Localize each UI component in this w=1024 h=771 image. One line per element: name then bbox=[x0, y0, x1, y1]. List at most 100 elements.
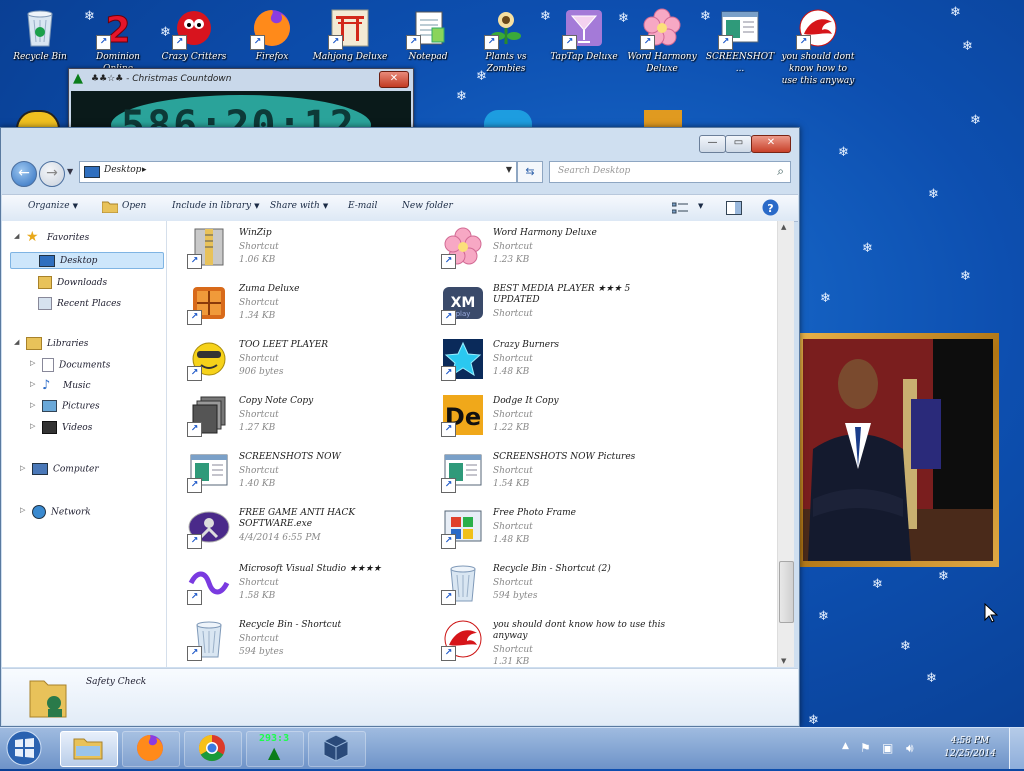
organize-button[interactable]: Organize ▼ bbox=[28, 201, 78, 211]
nav-videos[interactable]: ▷ Videos bbox=[30, 421, 92, 434]
file-list: ↗ WinZip Shortcut 1.06 KB ↗ Word Harmony Delu… bbox=[167, 221, 777, 667]
file-type: Shortcut bbox=[493, 578, 533, 588]
file-item[interactable]: ↗ SCREENSHOTS NOW Shortcut 1.40 KB bbox=[167, 447, 417, 499]
desktop-icon-notepad[interactable]: ↗ Notepad bbox=[390, 6, 466, 63]
show-hidden-icons-icon[interactable]: ▲ bbox=[842, 741, 849, 751]
address-bar[interactable]: Desktop ▸ ▼ bbox=[79, 161, 517, 183]
file-type: Shortcut bbox=[239, 242, 279, 252]
desktop-icon-red-dragon[interactable]: ↗ you should dont know how to use this a… bbox=[780, 6, 856, 87]
nav-recent-places[interactable]: Recent Places bbox=[38, 297, 121, 310]
file-item[interactable]: ↗ Recycle Bin - Shortcut Shortcut 594 bytes bbox=[167, 615, 417, 667]
scroll-down-icon[interactable]: ▼ bbox=[781, 657, 786, 665]
volume-icon[interactable]: 🔊︎ bbox=[906, 741, 914, 756]
file-item[interactable]: ↗ Copy Note Copy Shortcut 1.27 KB bbox=[167, 391, 417, 443]
show-desktop-button[interactable] bbox=[1009, 728, 1024, 769]
countdown-title-bar[interactable]: ▲ ♣♣☆♣ - Christmas Countdown ✕ bbox=[69, 69, 413, 89]
shortcut-arrow-icon: ↗ bbox=[187, 590, 202, 605]
desktop-icon-label: Plants vs Zombies bbox=[485, 52, 527, 74]
file-name: BEST MEDIA PLAYER ★★★ 5 UPDATED bbox=[493, 284, 631, 305]
file-type: Shortcut bbox=[239, 354, 279, 364]
desktop-icon-recycle-bin[interactable]: Recycle Bin bbox=[2, 6, 78, 63]
nav-music[interactable]: ▷ ♪ Music bbox=[30, 379, 91, 392]
help-icon[interactable]: ? bbox=[762, 199, 779, 219]
open-button[interactable]: Open bbox=[122, 201, 146, 211]
nav-computer[interactable]: ▷ Computer bbox=[20, 463, 99, 475]
preview-pane-icon[interactable] bbox=[726, 201, 742, 218]
action-center-flag-icon[interactable]: ⚑ bbox=[860, 741, 871, 755]
desktop-icon-mahjong[interactable]: ↗ Mahjong Deluxe bbox=[312, 6, 388, 63]
include-in-library-button[interactable]: Include in library ▼ bbox=[172, 201, 260, 211]
desktop-icon-word-harmony[interactable]: ↗ Word Harmony Deluxe bbox=[624, 6, 700, 75]
breadcrumb-chevron-icon[interactable]: ▸ bbox=[142, 165, 147, 175]
taskbar-countdown-button[interactable]: 293:3 ▲ bbox=[246, 731, 304, 767]
file-type: 4/4/2014 6:55 PM bbox=[239, 533, 321, 543]
network-status-icon[interactable]: ▣ bbox=[882, 741, 893, 755]
file-name: Recycle Bin - Shortcut bbox=[239, 620, 342, 630]
taskbar-explorer-button[interactable] bbox=[60, 731, 118, 767]
file-item[interactable]: ↗ Free Photo Frame Shortcut 1.48 KB bbox=[421, 503, 671, 555]
desktop-icon-taptap[interactable]: ↗ TapTap Deluxe bbox=[546, 6, 622, 63]
scrollbar-thumb[interactable] bbox=[779, 561, 794, 623]
nav-desktop[interactable]: Desktop bbox=[10, 252, 164, 269]
email-button[interactable]: E-mail bbox=[348, 201, 377, 211]
file-item[interactable]: ↗ FREE GAME ANTI HACK SOFTWARE.exe 4/4/201… bbox=[167, 503, 417, 555]
desktop-icon-plants-zombies[interactable]: ↗ Plants vs Zombies bbox=[468, 6, 544, 75]
file-item[interactable]: ↗ Crazy Burners Shortcut 1.48 KB bbox=[421, 335, 671, 387]
countdown-close-button[interactable]: ✕ bbox=[379, 71, 409, 88]
maximize-button[interactable]: ▭ bbox=[725, 135, 752, 153]
file-item[interactable]: ↗ you should dont know how to use this an… bbox=[421, 615, 671, 667]
back-button[interactable]: ← bbox=[11, 161, 37, 187]
recent-pages-dropdown[interactable]: ▼ bbox=[67, 167, 73, 176]
snowflake: ❄ bbox=[928, 187, 939, 202]
close-button[interactable]: ✕ bbox=[751, 135, 791, 153]
taskbar-virtualbox-button[interactable] bbox=[308, 731, 366, 767]
file-item[interactable]: ↗ WinZip Shortcut 1.06 KB bbox=[167, 223, 417, 275]
system-clock[interactable]: 4:58 PM 12/25/2014 bbox=[944, 735, 996, 761]
desktop-icon-firefox[interactable]: ↗ Firefox bbox=[234, 6, 310, 63]
share-with-button[interactable]: Share with ▼ bbox=[270, 201, 328, 211]
taskbar-chrome-button[interactable] bbox=[184, 731, 242, 767]
cocktail-icon: ↗ bbox=[562, 6, 606, 50]
file-item[interactable]: ↗ Zuma Deluxe Shortcut 1.34 KB bbox=[167, 279, 417, 331]
countdown-window[interactable]: ▲ ♣♣☆♣ - Christmas Countdown ✕ 586:20:12 bbox=[68, 68, 414, 132]
file-item[interactable]: ↗ Microsoft Visual Studio ★★★★ Shortcut 1.5… bbox=[167, 559, 417, 611]
file-item[interactable]: De ↗ Dodge It Copy Shortcut 1.22 KB bbox=[421, 391, 671, 443]
desktop-icon-partial[interactable] bbox=[644, 110, 682, 127]
file-item[interactable]: ↗ TOO LEET PLAYER Shortcut 906 bytes bbox=[167, 335, 417, 387]
refresh-button[interactable]: ⇆ bbox=[517, 161, 543, 183]
shortcut-arrow-icon: ↗ bbox=[187, 646, 202, 661]
file-item[interactable]: ↗ SCREENSHOTS NOW Pictures Shortcut 1.54 KB bbox=[421, 447, 671, 499]
desktop-icon-dominion[interactable]: 2 ↗ Dominion Online bbox=[80, 6, 156, 75]
vertical-scrollbar[interactable]: ▲ ▼ bbox=[777, 221, 794, 667]
nav-libraries[interactable]: ◢ Libraries bbox=[14, 337, 88, 350]
desktop-icon-label: Word Harmony Deluxe bbox=[627, 52, 697, 74]
desktop-icon-partial[interactable] bbox=[484, 110, 532, 127]
nav-favorites[interactable]: ◢ ★ Favorites bbox=[14, 230, 89, 244]
file-item[interactable]: ↗ Recycle Bin - Shortcut (2) Shortcut 594 b… bbox=[421, 559, 671, 611]
file-item[interactable]: ↗ Word Harmony Deluxe Shortcut 1.23 KB bbox=[421, 223, 671, 275]
address-dropdown-icon[interactable]: ▼ bbox=[506, 165, 512, 174]
desktop-icon-screenshot[interactable]: ↗ SCREENSHOT ... bbox=[702, 6, 778, 75]
start-button[interactable] bbox=[4, 728, 50, 768]
forward-button[interactable]: → bbox=[39, 161, 65, 187]
nav-downloads[interactable]: Downloads bbox=[38, 276, 107, 289]
explorer-window[interactable]: — ▭ ✕ ← → ▼ Desktop ▸ ▼ ⇆ Search Desktop ⌕… bbox=[0, 127, 800, 727]
photo-frame-gadget[interactable] bbox=[797, 333, 999, 567]
scroll-up-icon[interactable]: ▲ bbox=[781, 223, 786, 231]
desktop-icon-crazy-critters[interactable]: ↗ Crazy Critters bbox=[156, 6, 232, 63]
change-view-icon[interactable] bbox=[671, 202, 688, 217]
shortcut-arrow-icon: ↗ bbox=[96, 35, 111, 50]
view-options-dropdown-icon[interactable]: ▼ bbox=[698, 202, 703, 210]
search-input[interactable]: Search Desktop ⌕ bbox=[549, 161, 791, 183]
collapse-arrow-icon: ▷ bbox=[20, 506, 26, 514]
shortcut-arrow-icon: ↗ bbox=[187, 534, 202, 549]
nav-network[interactable]: ▷ Network bbox=[20, 505, 91, 519]
nav-pictures[interactable]: ▷ Pictures bbox=[30, 400, 100, 412]
minimize-button[interactable]: — bbox=[699, 135, 726, 153]
file-item[interactable]: XM play ↗ BEST MEDIA PLAYER ★★★ 5 UPDATED Sh… bbox=[421, 279, 671, 331]
taskbar-firefox-button[interactable] bbox=[122, 731, 180, 767]
file-size: 1.58 KB bbox=[239, 591, 276, 601]
nav-documents[interactable]: ▷ Documents bbox=[30, 358, 110, 372]
new-folder-button[interactable]: New folder bbox=[402, 201, 453, 211]
snowflake: ❄ bbox=[456, 89, 467, 104]
